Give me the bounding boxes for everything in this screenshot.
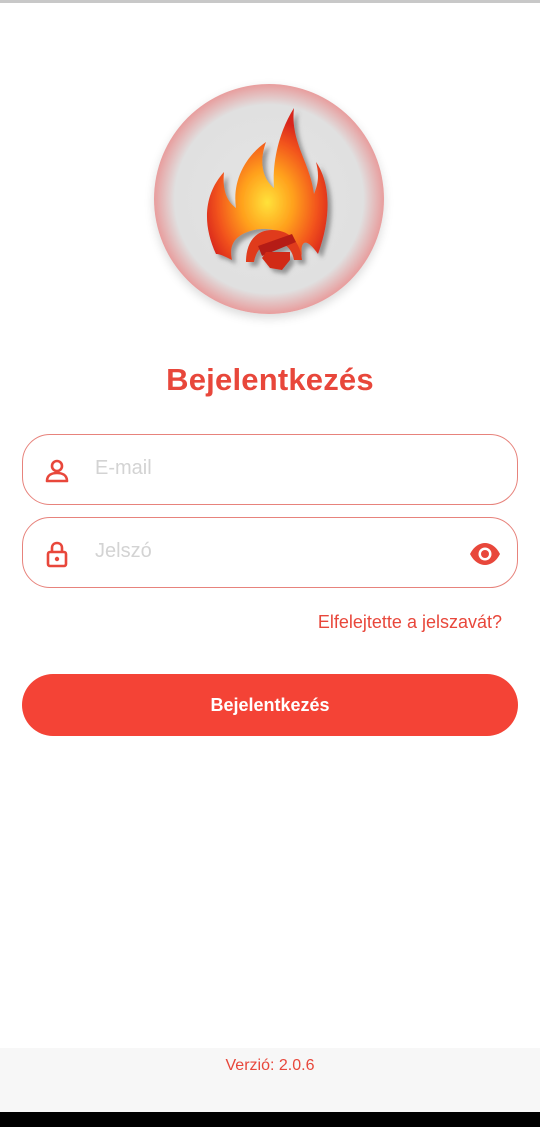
eye-icon[interactable] [469, 539, 501, 569]
password-field[interactable]: Jelszó [22, 517, 518, 588]
flame-logo-icon [206, 108, 328, 270]
status-bar-divider [0, 0, 540, 3]
app-logo [154, 84, 384, 314]
system-navigation-bar [0, 1112, 540, 1127]
version-label: Verzió: 2.0.6 [225, 1057, 315, 1074]
email-placeholder: E-mail [95, 457, 152, 479]
login-button[interactable]: Bejelentkezés [22, 674, 518, 736]
login-button-label: Bejelentkezés [210, 694, 330, 715]
forgot-password-link[interactable]: Elfelejtette a jelszavát? [318, 612, 502, 633]
password-placeholder: Jelszó [95, 540, 152, 562]
person-icon [43, 457, 71, 485]
email-field[interactable]: E-mail [22, 434, 518, 505]
lock-icon [43, 540, 71, 568]
footer: Verzió: 2.0.6 [0, 1048, 540, 1112]
page-title: Bejelentkezés [166, 362, 374, 397]
